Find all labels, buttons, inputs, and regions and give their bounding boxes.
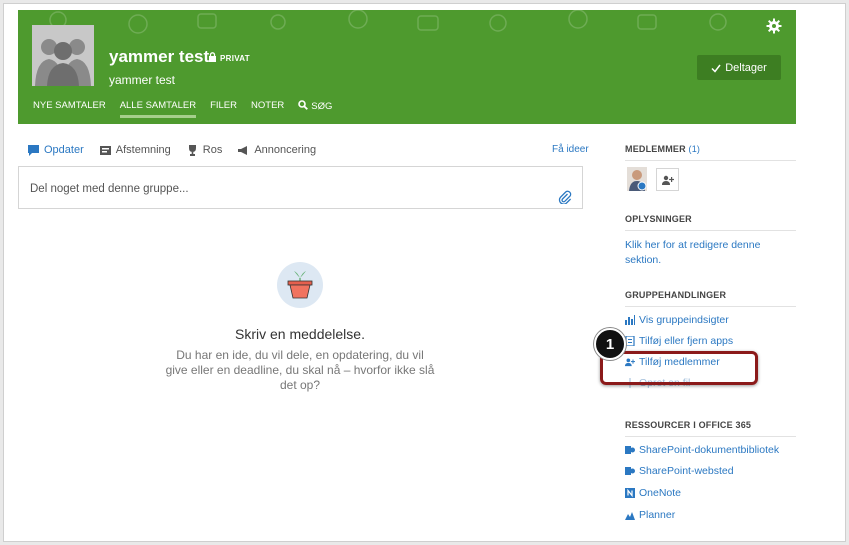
apps-icon [625, 336, 635, 346]
composer-placeholder: Del noget med denne gruppe... [30, 183, 189, 195]
manage-apps-link[interactable]: Tilføj eller fjern apps [625, 335, 733, 347]
resources-heading: RESSOURCER I OFFICE 365 [625, 420, 796, 437]
paperclip-icon[interactable] [558, 190, 572, 204]
chat-icon [28, 144, 39, 156]
search-icon [298, 100, 309, 110]
group-header: yammer test PRIVAT yammer test NYE SAMTA… [18, 10, 796, 124]
tab-search[interactable]: SØG [298, 100, 332, 118]
join-button[interactable]: Deltager [697, 55, 781, 80]
get-ideas-link[interactable]: Få ideer [552, 144, 589, 155]
highlight-callout [600, 351, 758, 385]
tab-new-conversations[interactable]: NYE SAMTALER [33, 100, 106, 118]
gear-icon[interactable] [766, 18, 782, 34]
tab-update[interactable]: Opdater [28, 144, 84, 156]
member-avatar[interactable] [627, 167, 647, 191]
plant-pot-illustration [277, 262, 323, 308]
header-pattern [49, 10, 727, 34]
group-tabs: NYE SAMTALER ALLE SAMTALER FILER NOTER S… [33, 100, 332, 118]
tab-all-conversations[interactable]: ALLE SAMTALER [119, 100, 197, 118]
members-heading: MEDLEMMER (1) [625, 144, 796, 161]
bar-chart-icon [625, 315, 635, 325]
members-count[interactable]: (1) [689, 144, 701, 154]
lock-icon [209, 52, 216, 62]
privacy-badge: PRIVAT [220, 54, 250, 63]
tab-announcement-label: Annoncering [254, 144, 317, 156]
info-heading: OPLYSNINGER [625, 214, 796, 231]
tab-poll[interactable]: Afstemning [99, 144, 171, 156]
sharepoint-site-link[interactable]: SharePoint-websted [625, 465, 734, 477]
manage-apps-label: Tilføj eller fjern apps [639, 335, 734, 347]
app-window: yammer test PRIVAT yammer test NYE SAMTA… [3, 3, 846, 542]
group-description: yammer test [109, 73, 176, 87]
group-name: yammer test [109, 47, 210, 66]
sharepoint-site-label: SharePoint-websted [639, 465, 734, 477]
tab-search-label: SØG [311, 101, 333, 112]
planner-icon [625, 512, 635, 520]
onenote-label: OneNote [639, 487, 682, 499]
tab-praise[interactable]: Ros [187, 144, 223, 156]
add-person-icon [661, 175, 674, 185]
sharepoint-icon [625, 446, 635, 454]
tab-files[interactable]: FILER [210, 100, 237, 118]
publisher-tabs: Opdater Afstemning Ros Annoncering [28, 144, 316, 156]
join-button-label: Deltager [725, 61, 767, 74]
sharepoint-library-label: SharePoint-dokumentbibliotek [639, 444, 780, 456]
empty-state-body: Du har en ide, du vil dele, en opdaterin… [165, 348, 435, 392]
onenote-icon [625, 488, 635, 498]
sharepoint-library-link[interactable]: SharePoint-dokumentbibliotek [625, 444, 779, 456]
poll-icon [99, 145, 111, 155]
view-insights-label: Vis gruppeindsigter [639, 314, 729, 326]
planner-link[interactable]: Planner [625, 509, 675, 521]
message-composer[interactable]: Del noget med denne gruppe... [18, 166, 583, 209]
tab-poll-label: Afstemning [115, 144, 171, 156]
info-edit-link[interactable]: Klik her for at redigere denne sektion. [625, 238, 785, 268]
step-number-badge: 1 [594, 328, 626, 360]
megaphone-icon [238, 145, 248, 155]
members-heading-label: MEDLEMMER [625, 144, 686, 154]
tab-update-label: Opdater [44, 144, 84, 156]
view-insights-link[interactable]: Vis gruppeindsigter [625, 314, 729, 326]
empty-state-title: Skriv en meddelelse. [235, 326, 365, 342]
check-icon [711, 64, 721, 73]
group-avatar [32, 25, 94, 86]
tab-praise-label: Ros [202, 144, 223, 156]
tab-notes[interactable]: NOTER [251, 100, 284, 118]
add-member-button[interactable] [656, 168, 679, 191]
planner-label: Planner [639, 509, 676, 521]
group-actions-heading: GRUPPEHANDLINGER [625, 290, 796, 307]
tab-announcement[interactable]: Annoncering [238, 144, 316, 156]
sharepoint-icon [625, 467, 635, 475]
trophy-icon [188, 144, 196, 156]
onenote-link[interactable]: OneNote [625, 487, 681, 499]
